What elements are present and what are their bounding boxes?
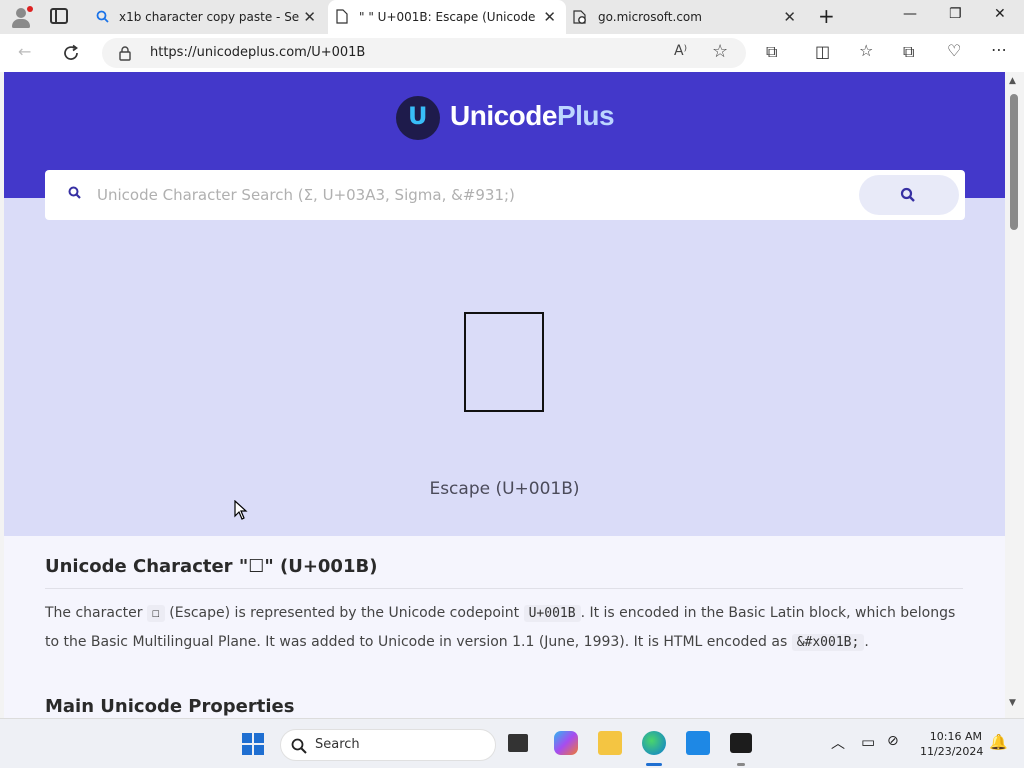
para-text: The character [45, 605, 147, 621]
show-hidden-icons-icon[interactable]: ︿ [831, 733, 845, 753]
browser-essentials-icon[interactable]: ♡ [947, 41, 961, 60]
section-heading: Main Unicode Properties [45, 696, 295, 717]
character-caption: Escape (U+001B) [429, 479, 580, 499]
character-glyph [464, 312, 544, 412]
clock-date: 11/23/2024 [920, 745, 984, 758]
scroll-down-icon[interactable]: ▼ [1009, 698, 1016, 708]
taskbar-search-box[interactable]: Search [280, 729, 496, 761]
search-icon [291, 738, 307, 754]
code-html: &#x001B; [791, 634, 865, 651]
loading-icon [573, 10, 586, 24]
tab-unicode[interactable]: " " U+001B: Escape (Unicode Character) ✕ [328, 0, 566, 34]
favorite-star-icon[interactable]: ☆ [712, 41, 728, 62]
extensions-icon[interactable]: ⧉ [766, 42, 777, 62]
divider [45, 588, 963, 589]
tab-actions-icon[interactable] [50, 8, 68, 24]
split-screen-icon[interactable]: ◫ [815, 42, 830, 61]
character-search-bar [45, 170, 965, 220]
terminal-icon[interactable] [730, 733, 752, 753]
tab-title: " " U+001B: Escape (Unicode Character) [359, 10, 535, 24]
scroll-up-icon[interactable]: ▲ [1009, 76, 1016, 86]
search-icon [900, 187, 915, 202]
favorites-icon[interactable]: ☆ [859, 41, 873, 60]
microsoft-store-icon[interactable] [686, 731, 710, 755]
edge-browser-icon[interactable] [642, 731, 666, 755]
logo-main-text: Unicode [450, 100, 557, 131]
clock-time: 10:16 AM [929, 730, 982, 743]
running-app-indicator [737, 763, 745, 766]
code-codepoint: U+001B [523, 605, 581, 622]
restore-icon[interactable]: ❐ [949, 6, 962, 22]
para-text: (Escape) is represented by the Unicode c… [164, 605, 524, 621]
article-heading: Unicode Character "☐" (U+001B) [45, 556, 378, 577]
logo-accent-text: Plus [556, 100, 615, 131]
tab-title: x1b character copy paste - Search [119, 10, 299, 24]
search-icon [96, 10, 109, 23]
mouse-cursor-icon [234, 500, 248, 520]
tab-title: go.microsoft.com [598, 10, 702, 24]
web-page: U UnicodePlus Escape (U+001B) Unicode Ch… [4, 72, 1005, 718]
browser-toolbar: ← https://unicodeplus.com/U+001B A⁾ ☆ ⧉ … [0, 34, 1024, 72]
close-tab-icon[interactable]: ✕ [303, 9, 316, 25]
taskbar-search-label: Search [315, 737, 360, 752]
back-icon[interactable]: ← [18, 42, 31, 61]
volume-muted-icon[interactable]: ⊘ [887, 733, 899, 749]
new-tab-icon[interactable]: + [818, 4, 835, 28]
windows-start-icon[interactable] [242, 733, 264, 755]
tab-microsoft[interactable]: go.microsoft.com ✕ [566, 0, 806, 34]
search-button[interactable] [859, 175, 959, 215]
taskbar: Search ︿ ▭ ⊘ 10:16 AM 11/23/2024 🔔 [0, 718, 1024, 768]
notifications-icon[interactable]: 🔔 [989, 733, 1008, 751]
search-icon [68, 186, 81, 199]
site-logo-glyph: U [408, 102, 428, 130]
close-tab-icon[interactable]: ✕ [543, 9, 556, 25]
network-icon[interactable]: ▭ [861, 733, 875, 751]
code-char: ☐ [146, 605, 165, 622]
url-text[interactable]: https://unicodeplus.com/U+001B [150, 45, 365, 60]
profile-icon[interactable] [10, 6, 33, 28]
address-bar[interactable]: https://unicodeplus.com/U+001B A⁾ ☆ [102, 38, 746, 68]
site-logo[interactable]: UnicodePlus [450, 100, 615, 132]
tab-search[interactable]: x1b character copy paste - Search ✕ [88, 0, 326, 34]
task-view-icon[interactable] [508, 734, 528, 752]
page-icon [336, 9, 348, 24]
minimize-icon[interactable]: — [903, 6, 917, 22]
system-clock[interactable]: 10:16 AM 11/23/2024 [920, 729, 984, 759]
article-paragraph: The character ☐ (Escape) is represented … [45, 599, 965, 657]
page-scrollbar[interactable]: ▲ ▼ [1005, 72, 1024, 718]
more-options-icon[interactable]: ⋯ [991, 40, 1007, 59]
file-explorer-icon[interactable] [598, 731, 622, 755]
collections-icon[interactable]: ⧉ [903, 42, 914, 62]
copilot-icon[interactable] [554, 731, 578, 755]
lock-icon[interactable] [118, 46, 132, 61]
read-aloud-icon[interactable]: A⁾ [674, 43, 687, 59]
scroll-thumb[interactable] [1010, 94, 1018, 230]
para-text: . [864, 634, 869, 650]
close-window-icon[interactable]: ✕ [994, 6, 1006, 22]
active-app-indicator [646, 763, 662, 766]
refresh-icon[interactable] [62, 44, 80, 62]
close-tab-icon[interactable]: ✕ [783, 9, 796, 25]
character-search-input[interactable] [97, 183, 797, 207]
tab-strip: x1b character copy paste - Search ✕ " " … [0, 0, 1024, 34]
